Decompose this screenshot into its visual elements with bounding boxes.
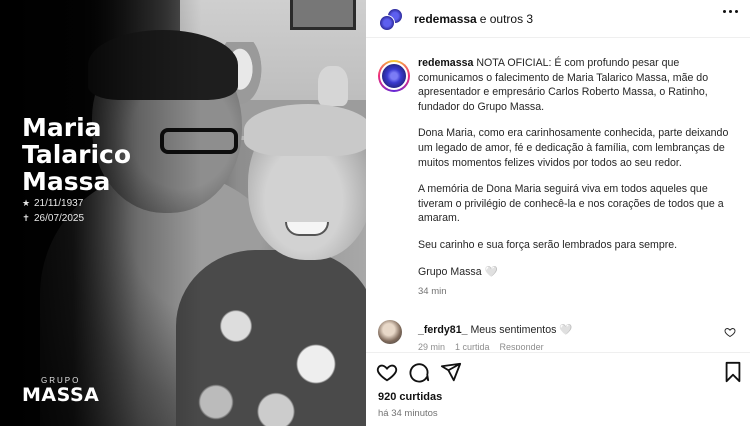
comment-username[interactable]: _ferdy81_ (418, 324, 467, 336)
comment-avatar[interactable] (378, 320, 402, 344)
caption: redemassa NOTA OFICIAL: É com profundo p… (378, 56, 738, 308)
caption-text: redemassa NOTA OFICIAL: É com profundo p… (418, 56, 740, 300)
like-icon[interactable] (376, 361, 398, 383)
header-others[interactable]: e outros 3 (480, 12, 533, 26)
logo-big-text: MASSA (22, 384, 100, 406)
name-line: Massa (22, 167, 111, 196)
comment-meta: 29 min 1 curtida Responder (418, 342, 544, 350)
caption-avatar[interactable] (378, 60, 410, 92)
comment-time: 29 min (418, 342, 446, 350)
name-line: Talarico (22, 140, 132, 169)
post-timestamp: há 34 minutos (378, 408, 438, 419)
comment-likes[interactable]: 1 curtida (455, 342, 490, 350)
post-image[interactable]: Maria Talarico Massa ★ 21/11/1937 ✝ 26/0… (0, 0, 366, 426)
caption-username[interactable]: redemassa (418, 57, 473, 69)
caption-paragraph: Seu carinho e sua força serão lembrados … (418, 238, 678, 251)
bookmark-icon[interactable] (722, 361, 744, 383)
death-row: ✝ 26/07/2025 (22, 211, 84, 226)
avatar (379, 14, 395, 31)
comment-body: Meus sentimentos 🤍 (470, 324, 573, 336)
memorial-dates: ★ 21/11/1937 ✝ 26/07/2025 (22, 196, 84, 226)
collab-avatars[interactable] (378, 6, 404, 32)
share-icon[interactable] (440, 361, 462, 383)
header-username[interactable]: redemassa (414, 12, 477, 26)
post-header: redemassa e outros 3 (366, 0, 750, 38)
likes-count[interactable]: 920 curtidas (378, 391, 442, 403)
caption-paragraph: A memória de Dona Maria seguirá viva em … (418, 183, 724, 225)
memorial-name: Maria Talarico Massa (22, 114, 182, 195)
caption-paragraph: Grupo Massa 🤍 (418, 265, 498, 278)
grupo-massa-logo: GRUPO MASSA (22, 376, 99, 405)
comment-like-icon[interactable] (724, 326, 736, 338)
comment-text: _ferdy81_ Meus sentimentos 🤍 (418, 323, 573, 336)
reply-button[interactable]: Responder (500, 342, 544, 350)
comment-icon[interactable] (408, 361, 430, 383)
post-panel: redemassa e outros 3 redemassa NOTA OFIC… (366, 0, 750, 426)
caption-paragraph: Dona Maria, como era carinhosamente conh… (418, 127, 729, 169)
birth-row: ★ 21/11/1937 (22, 196, 84, 211)
more-options-icon[interactable] (723, 10, 738, 13)
comment: _ferdy81_ Meus sentimentos 🤍 29 min 1 cu… (378, 320, 740, 354)
death-date: 26/07/2025 (34, 213, 85, 224)
action-bar (366, 352, 750, 388)
caption-time[interactable]: 34 min (418, 285, 740, 300)
birth-date: 21/11/1937 (34, 198, 84, 209)
cross-icon: ✝ (22, 213, 30, 223)
star-icon: ★ (22, 198, 31, 208)
name-line: Maria (22, 113, 102, 142)
